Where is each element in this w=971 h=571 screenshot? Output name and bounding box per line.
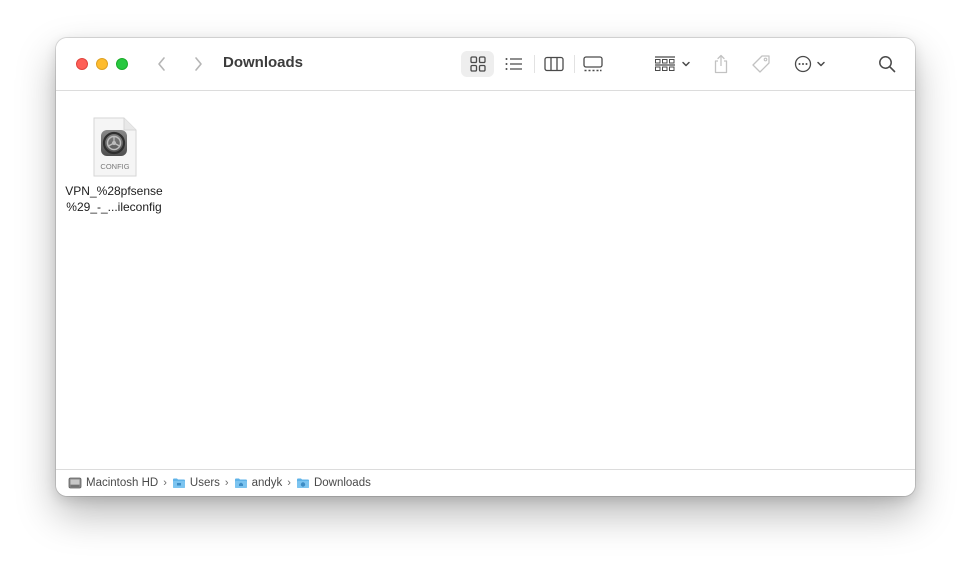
config-file-icon: CONFIG <box>91 117 137 177</box>
search-icon <box>879 56 896 73</box>
file-type-label: CONFIG <box>100 162 129 171</box>
path-item-label: andyk <box>251 477 283 489</box>
forward-button[interactable] <box>187 53 209 75</box>
tag-button[interactable] <box>749 51 773 77</box>
zoom-button[interactable] <box>116 58 128 70</box>
toolbar-divider <box>534 55 535 73</box>
gallery-view-button[interactable] <box>578 51 608 77</box>
file-browser-area[interactable]: CONFIG VPN_%28pfsense %29_-_...ileconfig <box>56 91 915 469</box>
group-button[interactable] <box>652 51 692 77</box>
list-icon <box>505 58 522 70</box>
file-name: VPN_%28pfsense %29_-_...ileconfig <box>60 183 168 215</box>
ellipsis-circle-icon <box>794 55 812 73</box>
path-separator: › <box>287 477 291 489</box>
toolbar: Downloads <box>56 38 915 91</box>
path-item-downloads[interactable]: Downloads <box>296 477 371 489</box>
chevron-right-icon <box>195 57 202 71</box>
share-icon <box>714 54 728 74</box>
toolbar-divider <box>574 55 575 73</box>
path-item-macintosh-hd[interactable]: Macintosh HD <box>68 477 158 489</box>
file-name-line-2: %29_-_...ileconfig <box>66 200 162 214</box>
hard-drive-icon <box>68 477 82 489</box>
path-item-users[interactable]: Users <box>172 477 220 489</box>
path-item-label: Users <box>189 477 220 489</box>
window-title: Downloads <box>223 54 304 71</box>
downloads-folder-icon <box>296 478 309 488</box>
path-item-label: Downloads <box>313 477 371 489</box>
finder-window: Downloads CONFIG VPN_%28pfsense %29_-_..… <box>56 38 915 496</box>
file-name-line-1: VPN_%28pfsense <box>65 184 163 198</box>
column-view-button[interactable] <box>539 51 569 77</box>
path-item-andyk[interactable]: andyk <box>234 477 283 489</box>
gallery-icon <box>583 56 603 72</box>
group-icon <box>654 56 675 71</box>
more-actions-button[interactable] <box>791 51 829 77</box>
icon-view-button[interactable] <box>461 51 494 77</box>
path-item-label: Macintosh HD <box>86 477 159 489</box>
chevron-down-icon <box>817 61 825 67</box>
path-bar: Macintosh HD › Users › andyk › Downloads <box>56 469 915 496</box>
back-button[interactable] <box>151 53 173 75</box>
grid-icon <box>469 56 486 72</box>
share-button[interactable] <box>709 51 733 77</box>
search-button[interactable] <box>875 51 899 77</box>
file-item[interactable]: CONFIG VPN_%28pfsense %29_-_...ileconfig <box>60 117 168 215</box>
path-separator: › <box>224 477 229 489</box>
path-separator: › <box>163 477 167 489</box>
columns-icon <box>544 56 564 72</box>
home-folder-icon <box>234 478 247 488</box>
folder-icon <box>172 478 185 488</box>
close-button[interactable] <box>76 58 88 70</box>
list-view-button[interactable] <box>499 51 529 77</box>
chevron-down-icon <box>681 61 690 67</box>
minimize-button[interactable] <box>96 58 108 70</box>
chevron-left-icon <box>158 57 165 71</box>
tag-icon <box>752 55 770 73</box>
